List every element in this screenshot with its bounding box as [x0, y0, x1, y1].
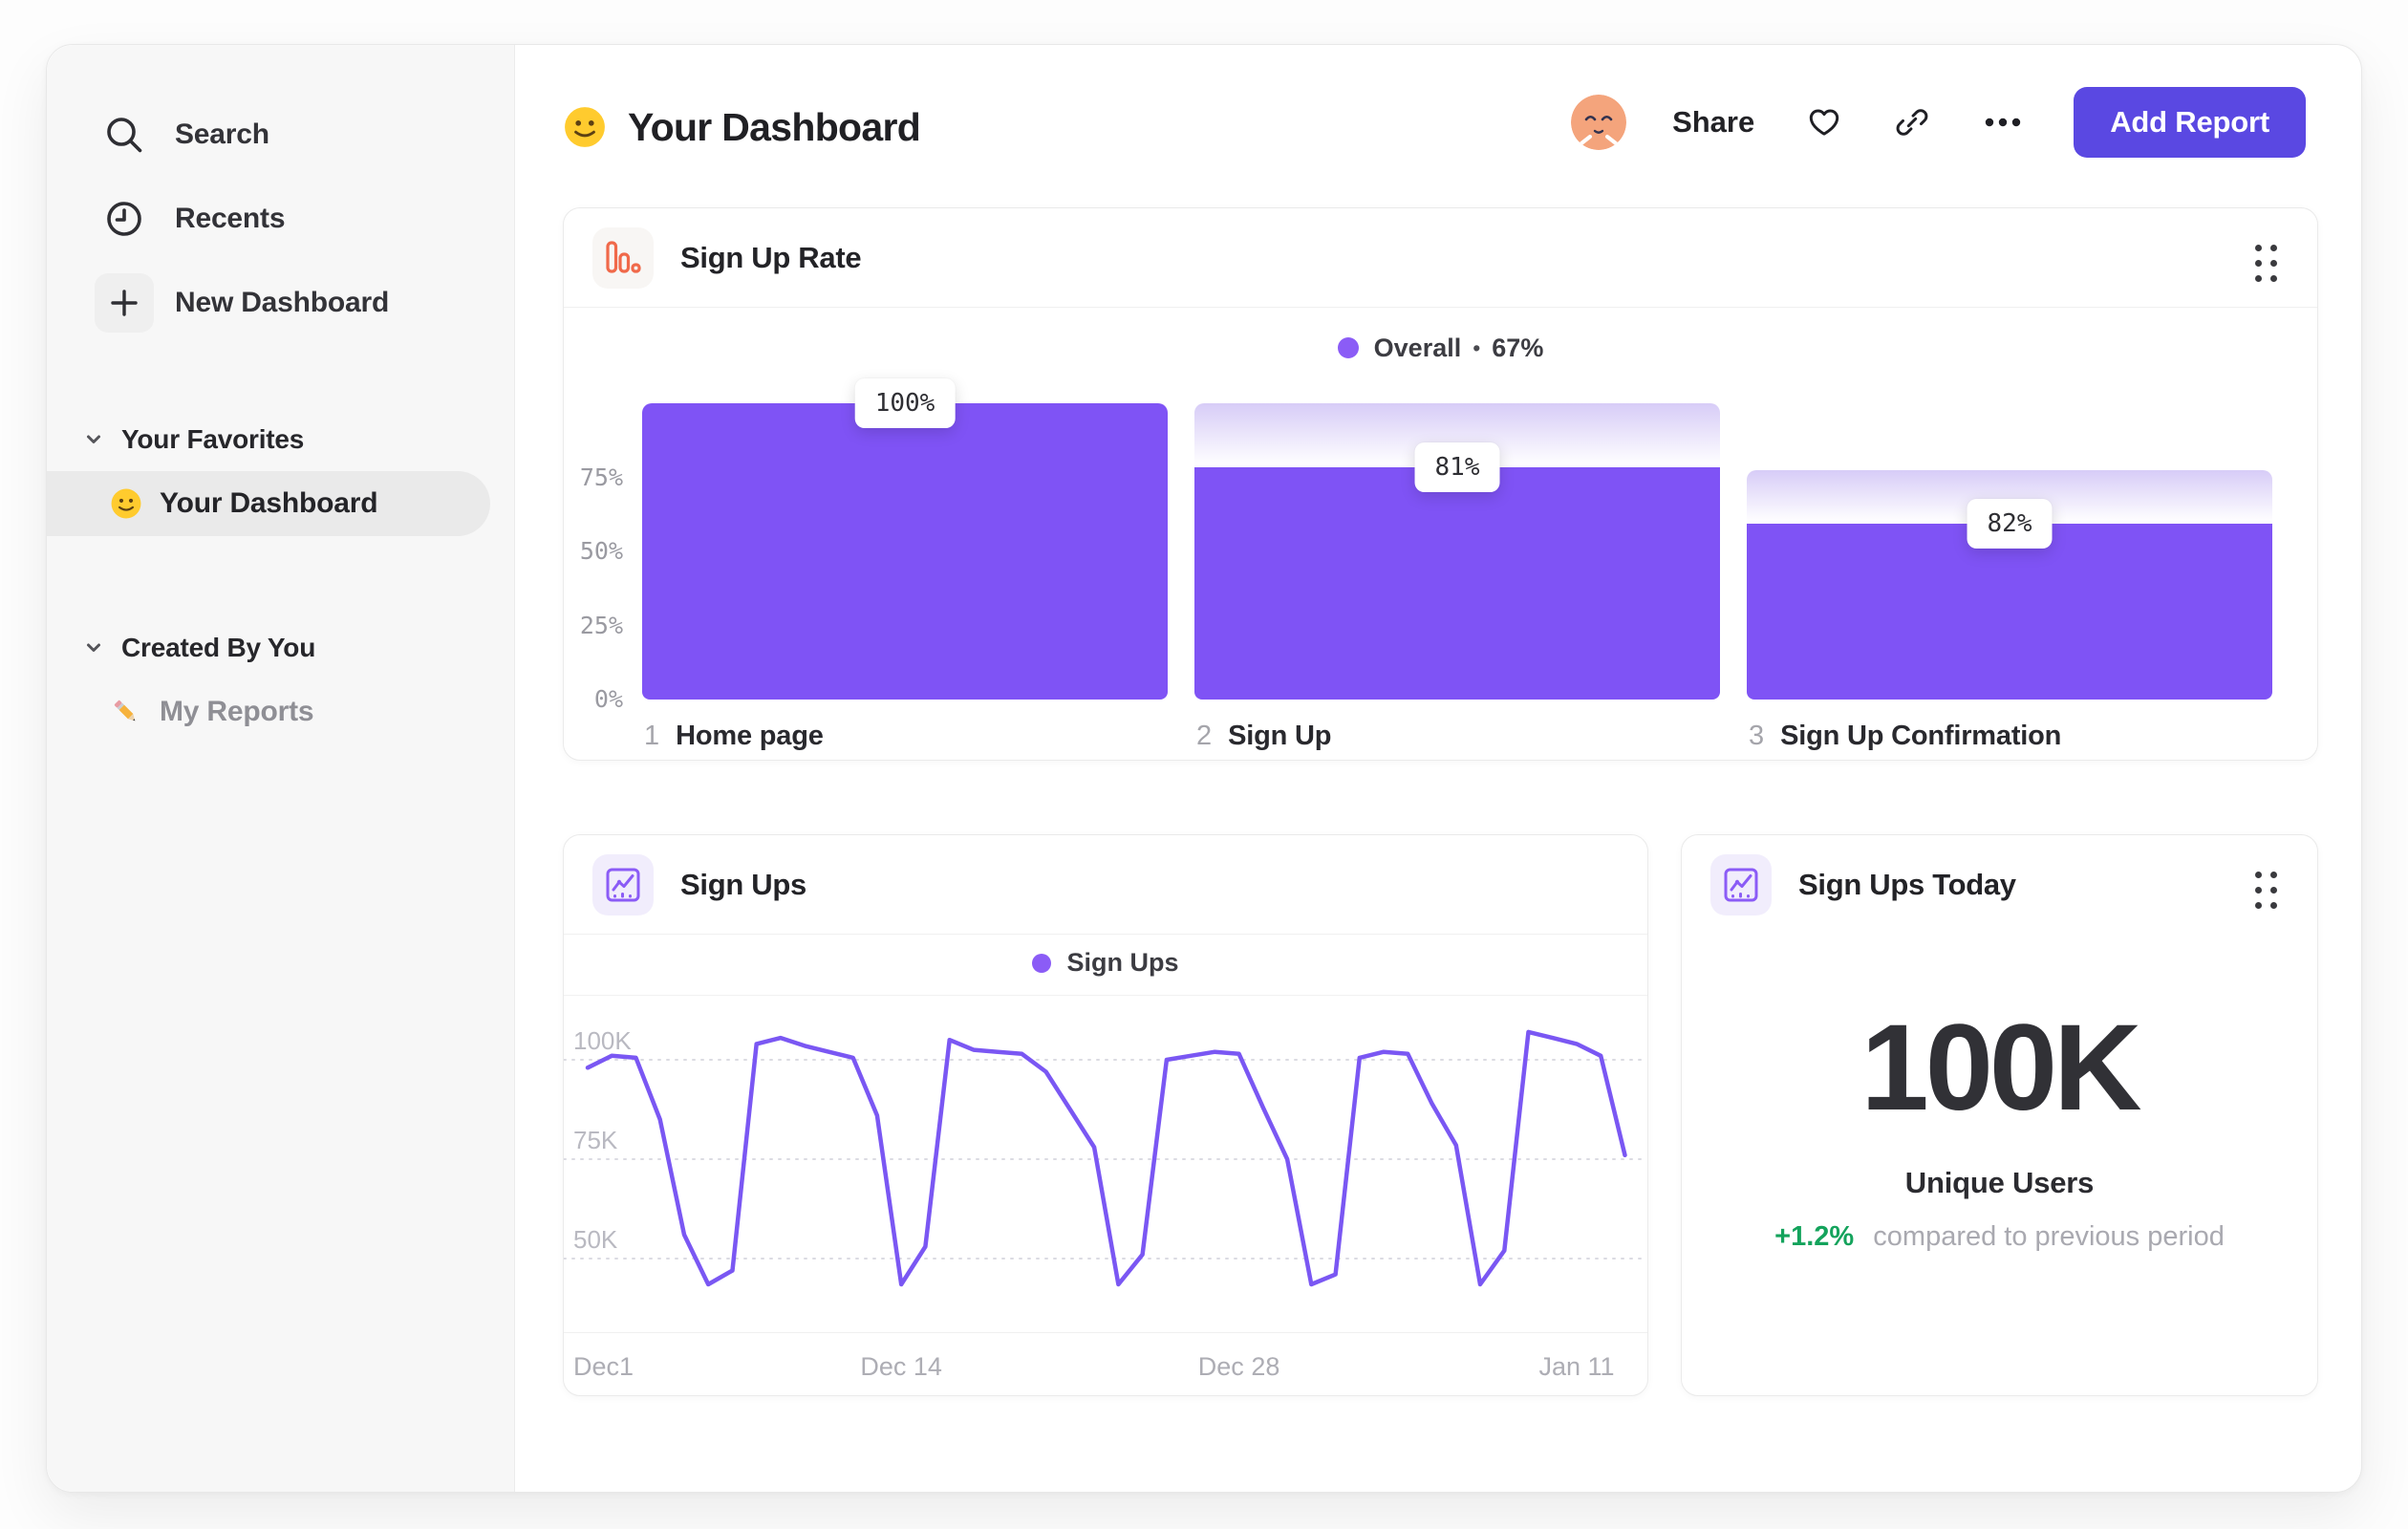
- share-button[interactable]: Share: [1672, 105, 1754, 140]
- page-title: Your Dashboard: [628, 104, 921, 149]
- header-actions: Share Add Report: [1571, 85, 2306, 160]
- funnel-bar[interactable]: 82% 3 Sign Up Confirmation: [1747, 208, 2272, 762]
- card-sign-up-rate: Sign Up Rate Overall • 67% 75% 50% 25% 0% 1…: [563, 207, 2318, 761]
- legend-dot: [1032, 953, 1052, 973]
- sidebar-item-label: Search: [175, 118, 269, 150]
- funnel-y-tick-label: 25%: [579, 611, 623, 639]
- funnel-bar-solid: [642, 403, 1168, 700]
- funnel-bar[interactable]: 81% 2 Sign Up: [1194, 208, 1720, 762]
- funnel-step-label: 3 Sign Up Confirmation: [1749, 721, 2061, 752]
- section-header-your-favorites[interactable]: Your Favorites: [47, 412, 514, 467]
- line-x-tick-label: Jan 11: [1538, 1352, 1615, 1381]
- line-plot: [564, 996, 1647, 1332]
- funnel-step-name: Sign Up: [1228, 721, 1332, 751]
- pencil-emoji-icon: [110, 696, 142, 728]
- metric-value: 100K: [1860, 1000, 2142, 1136]
- funnel-bar[interactable]: 100% 1 Home page: [642, 208, 1168, 762]
- funnel-bar-solid: [1747, 523, 2272, 700]
- funnel-step-order: 3: [1749, 721, 1765, 751]
- section-title: Your Favorites: [121, 424, 305, 454]
- sidebar-item-my-reports[interactable]: My Reports: [47, 679, 490, 744]
- line-chart-icon: [592, 853, 654, 915]
- line-x-axis: Dec1 Dec 14 Dec 28 Jan 11: [564, 1332, 1647, 1395]
- dashboard-emoji-icon: [563, 105, 607, 149]
- card-sign-ups: Sign Ups Sign Ups 100K 75K 50K Dec1 Dec 14 D…: [563, 834, 1648, 1396]
- funnel-bar-value-badge: 81%: [1414, 441, 1500, 492]
- line-x-tick-label: Dec 14: [860, 1352, 942, 1381]
- drag-handle-icon[interactable]: [2255, 872, 2277, 909]
- line-x-tick-label: Dec 28: [1197, 1352, 1280, 1381]
- line-y-tick-label: 50K: [573, 1225, 618, 1254]
- chevron-down-icon: [87, 435, 100, 443]
- funnel-bar-value-badge: 82%: [1967, 498, 2053, 549]
- sidebar-section-created-by-you: Created By You My Reports: [47, 620, 514, 744]
- card-header: Sign Ups: [564, 835, 1647, 935]
- funnel-y-tick-label: 75%: [579, 463, 623, 491]
- add-report-button[interactable]: Add Report: [2074, 87, 2306, 158]
- chevron-down-icon: [87, 643, 100, 652]
- avatar[interactable]: [1571, 95, 1627, 150]
- sidebar-item-search[interactable]: Search: [47, 93, 514, 177]
- funnel-step-name: Home page: [676, 721, 824, 751]
- sidebar-item-label: My Reports: [160, 696, 314, 727]
- line-chart-svg: [564, 1029, 1647, 1287]
- copy-link-icon[interactable]: [1894, 104, 1930, 140]
- sidebar-item-label: Recents: [175, 203, 286, 234]
- funnel-y-tick-label: 0%: [593, 685, 623, 713]
- funnel-bar-value-badge: 100%: [854, 378, 956, 428]
- plus-icon: [95, 273, 154, 333]
- funnel-step-order: 1: [644, 721, 660, 751]
- card-header: Sign Ups Today: [1682, 835, 2317, 935]
- section-header-created-by-you[interactable]: Created By You: [47, 620, 514, 676]
- funnel-step-label: 2 Sign Up: [1196, 721, 1331, 752]
- search-icon: [95, 105, 154, 164]
- line-legend: Sign Ups: [564, 931, 1647, 996]
- funnel-step-name: Sign Up Confirmation: [1780, 721, 2062, 751]
- card-sign-ups-today: Sign Ups Today 100K Unique Users +1.2% c…: [1681, 834, 2318, 1396]
- favorite-heart-icon[interactable]: [1806, 104, 1842, 140]
- page-title-group: Your Dashboard: [563, 93, 921, 162]
- funnel-step-label: 1 Home page: [644, 721, 824, 752]
- funnel-bar-solid: [1194, 466, 1720, 700]
- card-title: Sign Ups Today: [1798, 868, 2016, 901]
- sign-ups-line-series: [585, 1029, 1627, 1287]
- more-options-icon[interactable]: [1982, 104, 2024, 140]
- funnel-plot: 75% 50% 25% 0% 100% 1 Home page 81% 2 Sign …: [564, 208, 2317, 760]
- sidebar-item-new-dashboard[interactable]: New Dashboard: [47, 261, 514, 345]
- sidebar-item-label: New Dashboard: [175, 287, 390, 318]
- funnel-y-tick-label: 50%: [579, 537, 623, 565]
- sidebar-item-recents[interactable]: Recents: [47, 177, 514, 261]
- sidebar-item-label: Your Dashboard: [160, 487, 378, 519]
- clock-icon: [95, 189, 154, 248]
- line-chart-icon: [1710, 854, 1772, 915]
- delta-caption: compared to previous period: [1873, 1221, 2225, 1252]
- smiley-emoji-icon: [110, 487, 142, 520]
- sidebar: Search Recents New Dashboard Your Favori…: [47, 45, 515, 1492]
- page: Search Recents New Dashboard Your Favori…: [0, 0, 2408, 1529]
- line-y-tick-label: 75K: [573, 1126, 618, 1154]
- metric-label: Unique Users: [1904, 1166, 2095, 1199]
- line-x-tick-label: Dec1: [573, 1352, 634, 1381]
- metric-delta-row: +1.2% compared to previous period: [1682, 1221, 2317, 1253]
- app-window: Search Recents New Dashboard Your Favori…: [46, 44, 2362, 1493]
- legend-label: Sign Ups: [1066, 948, 1179, 977]
- sidebar-item-your-dashboard[interactable]: Your Dashboard: [47, 471, 490, 536]
- funnel-step-order: 2: [1196, 721, 1213, 751]
- card-title: Sign Ups: [680, 867, 806, 901]
- sidebar-section-favorites: Your Favorites Your Dashboard: [47, 412, 514, 536]
- section-title: Created By You: [121, 633, 316, 662]
- line-y-tick-label: 100K: [573, 1026, 632, 1055]
- sidebar-nav: Search Recents New Dashboard: [47, 45, 514, 345]
- delta-value: +1.2%: [1774, 1221, 1855, 1252]
